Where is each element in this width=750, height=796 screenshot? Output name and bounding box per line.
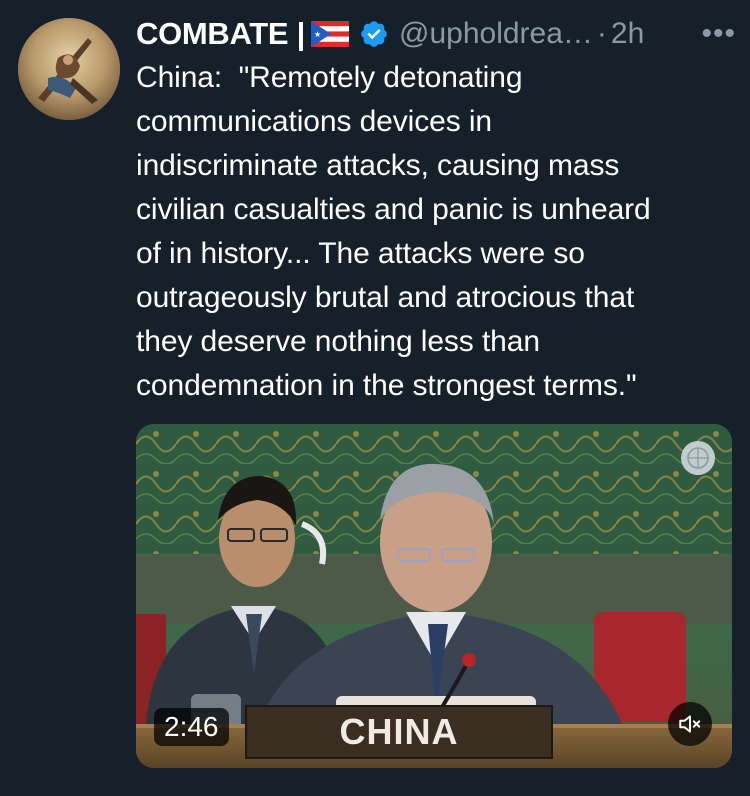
tweet-header: COMBATE | @upholdrea… · 2h ••• bbox=[136, 14, 736, 54]
avatar-image bbox=[18, 18, 120, 120]
avatar[interactable] bbox=[18, 18, 120, 120]
tweet-text: China: "Remotely detonating communicatio… bbox=[136, 61, 651, 402]
video-player[interactable]: CHINA 2:46 bbox=[136, 424, 732, 768]
separator-dot: · bbox=[596, 17, 607, 50]
verified-badge-icon bbox=[359, 19, 389, 49]
tweet[interactable]: COMBATE | @upholdrea… · 2h ••• China: "R… bbox=[0, 0, 750, 796]
nameplate-text: CHINA bbox=[339, 711, 459, 752]
more-options-icon[interactable]: ••• bbox=[701, 17, 736, 51]
tweet-timestamp[interactable]: 2h bbox=[611, 17, 644, 51]
puerto-rico-flag-icon bbox=[311, 21, 349, 47]
user-handle[interactable]: @upholdrea… bbox=[399, 17, 593, 51]
video-duration: 2:46 bbox=[154, 708, 229, 746]
speaker-muted-icon bbox=[679, 715, 701, 733]
mute-button[interactable] bbox=[668, 702, 712, 746]
display-name[interactable]: COMBATE | bbox=[136, 16, 305, 52]
